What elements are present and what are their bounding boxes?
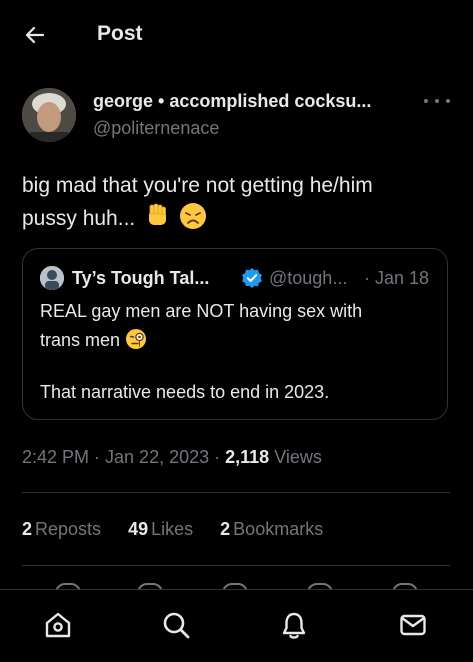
- likes-count: 49: [128, 519, 149, 539]
- likes-stat[interactable]: 49 Likes: [128, 519, 193, 540]
- nav-home[interactable]: [42, 609, 74, 641]
- views-count: 2,118: [225, 447, 270, 467]
- divider: [22, 565, 450, 566]
- quoted-date: · Jan 18: [364, 268, 430, 288]
- reposts-count: 2: [22, 519, 33, 539]
- bottom-navigation: [0, 589, 473, 662]
- timestamp-text[interactable]: 2:42 PM · Jan 22, 2023 ·: [22, 447, 225, 467]
- nav-messages[interactable]: [397, 609, 429, 641]
- quoted-post[interactable]: Ty’s Tough Tal... @tough... · Jan 18 REA…: [22, 248, 448, 420]
- quoted-text-line1: REAL gay men are NOT having sex with: [40, 301, 363, 321]
- home-icon: [45, 612, 71, 638]
- quoted-text-line2-wrap: trans men: [40, 328, 147, 351]
- post-text-line2: pussy huh...: [22, 207, 136, 230]
- nav-search[interactable]: [160, 609, 192, 641]
- bookmarks-label: Bookmarks: [233, 519, 324, 539]
- nav-notifications[interactable]: [278, 609, 310, 641]
- post-stats: 2 Reposts 49 Likes 2 Bookmarks: [22, 519, 345, 540]
- bookmarks-stat[interactable]: 2 Bookmarks: [220, 519, 323, 540]
- page-title: Post: [97, 22, 143, 45]
- post-text-line1: big mad that you're not getting he/him: [22, 174, 373, 197]
- messages-icon: [400, 614, 426, 636]
- author-handle[interactable]: @politernenace: [93, 118, 219, 139]
- verified-badge-icon: [242, 268, 262, 288]
- divider: [22, 492, 450, 493]
- bookmarks-count: 2: [220, 519, 231, 539]
- author-name[interactable]: george • accomplished cocksu...: [93, 91, 371, 112]
- disappointed-face-emoji: [179, 203, 206, 229]
- quoted-avatar[interactable]: [40, 266, 64, 290]
- dot-icon: [446, 99, 450, 103]
- notifications-icon: [282, 612, 306, 639]
- more-options-button[interactable]: [424, 92, 450, 110]
- back-button[interactable]: [22, 22, 48, 48]
- top-bar: Post: [0, 0, 473, 70]
- likes-label: Likes: [151, 519, 194, 539]
- search-icon: [163, 612, 190, 639]
- quoted-author-handle: @tough...: [269, 268, 348, 288]
- arrow-left-icon: [25, 26, 45, 44]
- quoted-text-line3: That narrative needs to end in 2023.: [40, 382, 330, 402]
- post-text: big mad that you're not getting he/him p…: [22, 170, 452, 235]
- reposts-label: Reposts: [35, 519, 102, 539]
- raised-fist-emoji: [149, 203, 167, 225]
- dot-icon: [435, 99, 439, 103]
- views-label: Views: [269, 447, 322, 467]
- quoted-author-name: Ty’s Tough Tal...: [72, 268, 210, 288]
- quoted-text-line2: trans men: [40, 330, 121, 350]
- face-with-monocle-emoji: [126, 329, 147, 349]
- reposts-stat[interactable]: 2 Reposts: [22, 519, 101, 540]
- dot-icon: [424, 99, 428, 103]
- avatar[interactable]: [22, 88, 76, 142]
- post-timestamp: 2:42 PM · Jan 22, 2023 · 2,118 Views: [22, 447, 322, 468]
